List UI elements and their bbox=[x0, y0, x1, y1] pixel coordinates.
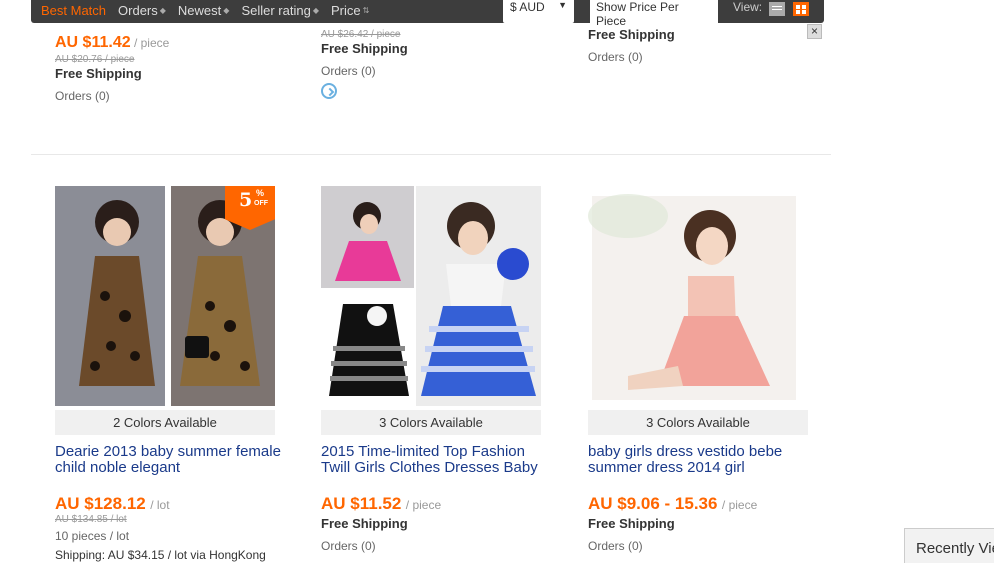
product-card-top-3: Free Shipping Orders (0) bbox=[588, 27, 675, 64]
product-title[interactable]: 2015 Time-limited Top Fashion Twill Girl… bbox=[321, 444, 551, 478]
sort-arrows-icon: ⇅ bbox=[362, 5, 370, 15]
shipping: Free Shipping bbox=[321, 41, 408, 56]
price: AU $11.52 bbox=[321, 494, 402, 513]
sort-bar: Best Match Orders ◆ Newest ◆ Seller rating… bbox=[31, 0, 824, 28]
price-per-piece-toggle[interactable]: Show Price Per Piece bbox=[590, 0, 718, 28]
colors-available[interactable]: 2 Colors Available bbox=[55, 410, 275, 435]
orders-count[interactable]: Orders (0) bbox=[321, 539, 551, 553]
product-image[interactable] bbox=[321, 186, 541, 406]
price: AU $128.12 bbox=[55, 494, 146, 513]
sort-arrows-icon: ◆ bbox=[159, 5, 166, 15]
orders-count[interactable]: Orders (0) bbox=[321, 64, 408, 78]
row-divider bbox=[31, 154, 831, 155]
product-card: 3 Colors Available baby girls dress vest… bbox=[588, 186, 818, 553]
product-image[interactable] bbox=[588, 186, 808, 406]
product-title[interactable]: baby girls dress vestido bebe summer dre… bbox=[588, 444, 818, 478]
sort-best-match[interactable]: Best Match bbox=[41, 0, 106, 18]
sort-arrows-icon: ◆ bbox=[223, 5, 230, 15]
old-price: AU $134.85 / lot bbox=[55, 514, 127, 525]
sort-price[interactable]: Price ⇅ bbox=[331, 0, 369, 18]
refresh-icon[interactable] bbox=[321, 83, 337, 99]
shipping: Free Shipping bbox=[588, 516, 675, 531]
recently-viewed-tab[interactable]: Recently Viewed bbox=[904, 528, 994, 563]
unit: / piece bbox=[133, 36, 170, 50]
shipping: Free Shipping bbox=[321, 516, 408, 531]
orders-count[interactable]: Orders (0) bbox=[55, 89, 169, 103]
view-label: View: bbox=[733, 0, 763, 14]
unit: / piece bbox=[721, 498, 758, 512]
old-price: AU $26.42 / piece bbox=[321, 29, 401, 40]
currency-select[interactable]: $ AUD ▼ bbox=[503, 0, 574, 23]
colors-available[interactable]: 3 Colors Available bbox=[588, 410, 808, 435]
shipping: Shipping: AU $34.15 / lot via HongKong bbox=[55, 548, 266, 562]
price: AU $11.42 bbox=[55, 34, 131, 51]
product-card: 5 % OFF 2 Colors Available Dearie 2013 b… bbox=[55, 186, 285, 562]
old-price: AU $20.76 / piece bbox=[55, 54, 135, 65]
sort-seller-rating[interactable]: Seller rating ◆ bbox=[241, 0, 319, 18]
list-view-icon[interactable] bbox=[769, 2, 785, 16]
chevron-down-icon: ▼ bbox=[558, 0, 567, 10]
unit: / lot bbox=[150, 498, 170, 512]
unit: / piece bbox=[405, 498, 442, 512]
sort-newest[interactable]: Newest ◆ bbox=[178, 0, 230, 18]
product-card-top-1: AU $11.42 / piece AU $20.76 / piece Free… bbox=[55, 34, 169, 103]
orders-count[interactable]: Orders (0) bbox=[588, 539, 818, 553]
orders-count[interactable]: Orders (0) bbox=[588, 50, 675, 64]
colors-available[interactable]: 3 Colors Available bbox=[321, 410, 541, 435]
sort-orders[interactable]: Orders ◆ bbox=[118, 0, 166, 18]
sort-arrows-icon: ◆ bbox=[312, 5, 319, 15]
shipping: Free Shipping bbox=[588, 27, 675, 42]
grid-view-icon[interactable] bbox=[793, 2, 809, 16]
pieces-per-lot: 10 pieces / lot bbox=[55, 529, 130, 543]
product-card-top-2: AU $26.42 / piece Free Shipping Orders (… bbox=[321, 29, 408, 102]
price: AU $9.06 - 15.36 bbox=[588, 494, 718, 513]
product-title[interactable]: Dearie 2013 baby summer female child nob… bbox=[55, 444, 285, 478]
product-image[interactable]: 5 % OFF bbox=[55, 186, 275, 406]
product-card: 3 Colors Available 2015 Time-limited Top… bbox=[321, 186, 551, 553]
shipping: Free Shipping bbox=[55, 66, 142, 81]
close-icon[interactable]: × bbox=[807, 24, 822, 39]
